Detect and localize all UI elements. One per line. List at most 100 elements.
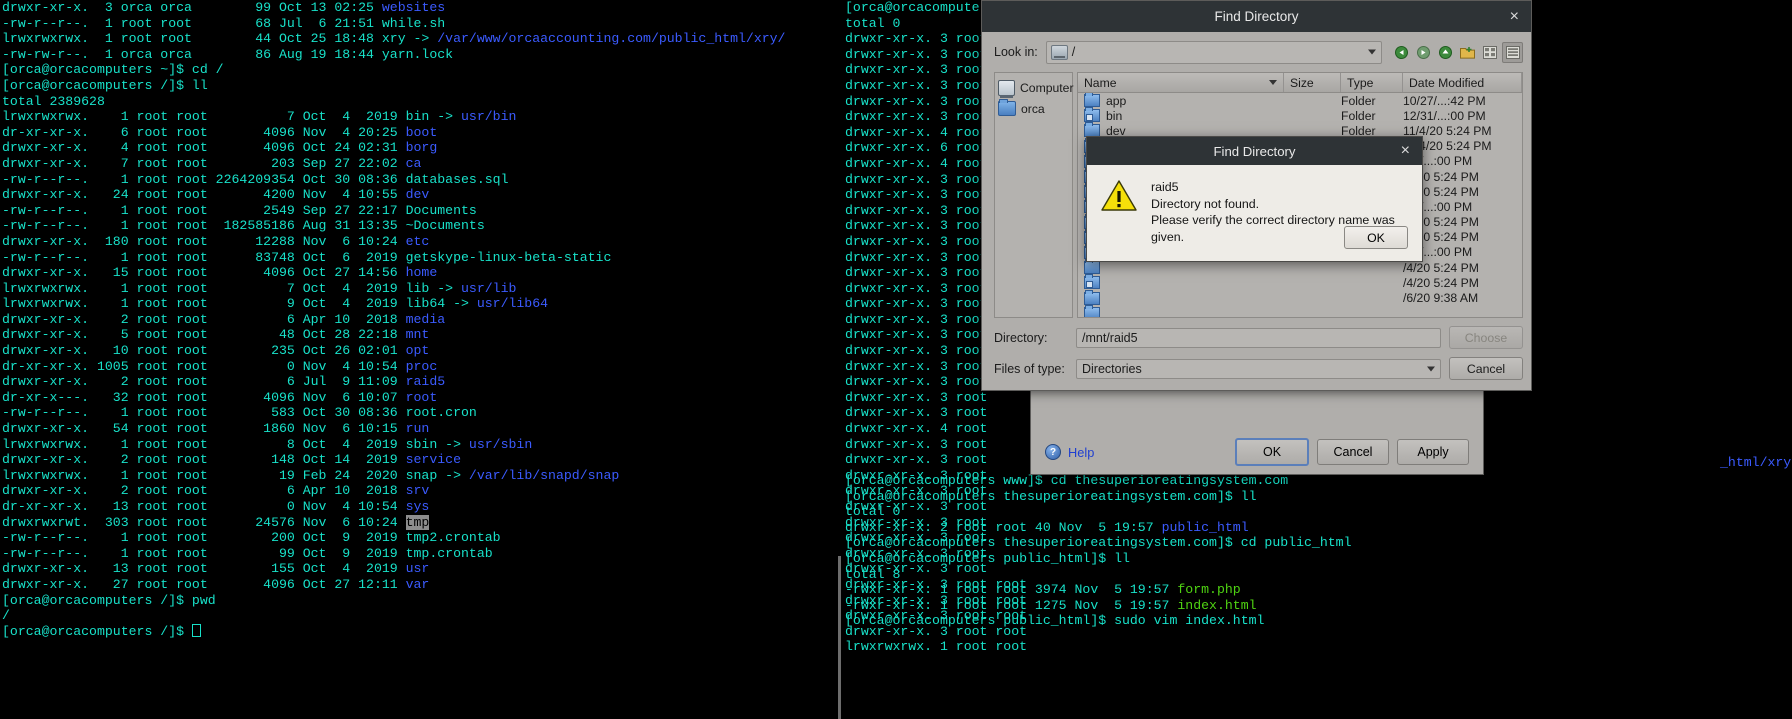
right-terminal-scrollbar[interactable]	[838, 556, 841, 719]
column-header-type[interactable]: Type	[1341, 73, 1403, 92]
terminal-filename: sys	[405, 499, 430, 514]
properties-ok-button[interactable]: OK	[1235, 438, 1309, 466]
right-terminal-bottom-block: [orca@orcacomputers www]$ cd thesuperior…	[836, 473, 1351, 629]
close-icon[interactable]: ×	[1510, 8, 1519, 25]
terminal-line: -rw-r--r--. 1 root root 2549 Sep 27 22:1…	[2, 203, 838, 219]
terminal-prompt-line: [orca@orcacomputers /]$	[2, 623, 838, 640]
terminal-filename: mnt	[405, 327, 430, 343]
terminal-filename: websites	[381, 0, 446, 15]
terminal-line: /	[2, 608, 838, 624]
properties-window: ? Help OK Cancel Apply	[1030, 388, 1484, 475]
look-in-combo[interactable]: /	[1045, 40, 1382, 64]
alert-button-bar: OK	[1344, 226, 1408, 249]
terminal-text: drwxrwxrwt. 303 root root 24576 Nov 6 10…	[2, 514, 406, 530]
file-date-modified: /4/20 5:24 PM	[1403, 275, 1479, 290]
detail-view-icon[interactable]	[1502, 41, 1523, 63]
list-view-icon[interactable]	[1480, 43, 1499, 62]
terminal-cursor	[191, 623, 201, 637]
terminal-text: lrwxrwxrwx. 1 root root 44 Oct 25 18:48 …	[2, 31, 438, 47]
terminal-line: lrwxrwxrwx. 1 root root 7 Oct 4 2019 bin…	[2, 109, 838, 125]
forward-icon[interactable]	[1414, 43, 1433, 62]
terminal-filename: /var/lib/snapd/snap	[468, 467, 620, 483]
file-row[interactable]: app Folder 10/27/...:42 PM	[1078, 93, 1522, 108]
directory-row: Directory: /mnt/raid5 Choose	[982, 318, 1531, 349]
terminal-filename: root	[405, 389, 438, 405]
terminal-line: drwxr-xr-x. 27 root root 4096 Oct 27 12:…	[2, 577, 838, 593]
file-name: bin	[1106, 108, 1123, 123]
chevron-down-icon	[1368, 49, 1376, 55]
terminal-line: [orca@orcacomputers ~]$ cd /	[2, 62, 838, 78]
terminal-line: lrwxrwxrwx. 1 root root 7 Oct 4 2019 lib…	[2, 281, 838, 297]
terminal-line: drwxr-xr-x. 7 root root 203 Sep 27 22:02…	[2, 156, 838, 172]
terminal-line: dr-xr-xr-x. 1005 root root 0 Nov 4 10:54…	[2, 359, 838, 375]
file-date-modified: /6/20 9:38 AM	[1403, 291, 1479, 306]
terminal-line: -rwxr-xr-x. 1 root root 3974 Nov 5 19:57…	[836, 582, 1351, 598]
back-icon[interactable]	[1392, 43, 1411, 62]
terminal-line: drwxr-xr-x. 24 root root 4200 Nov 4 10:5…	[2, 187, 838, 203]
terminal-filename: ca	[405, 155, 422, 171]
file-list-header: Name Size Type Date Modified	[1078, 73, 1522, 93]
terminal-text: lrwxrwxrwx. 1 root root 8 Oct 4 2019 sbi…	[2, 436, 469, 452]
terminal-filename: usr/bin	[461, 109, 517, 125]
sidebar-item-label: orca	[1021, 101, 1045, 116]
terminal-filename: usr/lib	[461, 280, 517, 296]
file-row[interactable]: /4/20 5:24 PM	[1078, 274, 1522, 290]
alert-ok-button[interactable]: OK	[1344, 226, 1408, 249]
help-label: Help	[1068, 444, 1095, 460]
terminal-filename: media	[405, 311, 446, 327]
terminal-text: total 2389628	[2, 93, 105, 109]
terminal-line: [orca@orcacomputers public_html]$ ll	[836, 551, 1351, 567]
find-dialog-titlebar: Find Directory ×	[982, 1, 1531, 32]
folder-icon	[998, 99, 1016, 116]
files-of-type-combo[interactable]: Directories	[1076, 358, 1441, 379]
drive-icon	[1050, 44, 1068, 60]
directory-input[interactable]: /mnt/raid5	[1076, 327, 1441, 348]
close-icon[interactable]: ×	[1401, 143, 1410, 159]
file-row[interactable]: bin Folder 12/31/...:00 PM	[1078, 107, 1522, 123]
terminal-line: -rw-rw-r--. 1 orca orca 86 Aug 19 18:44 …	[2, 47, 838, 63]
file-row[interactable]	[1078, 304, 1522, 317]
terminal-line: -rw-r--r--. 1 root root 99 Oct 9 2019 tm…	[2, 546, 838, 562]
terminal-filename: boot	[405, 124, 438, 140]
find-dialog-title: Find Directory	[1214, 9, 1299, 24]
properties-cancel-button[interactable]: Cancel	[1317, 439, 1389, 465]
file-row[interactable]: /6/20 9:38 AM	[1078, 289, 1522, 306]
terminal-text: [orca@orcacomputers thesuperioreatingsys…	[845, 488, 1257, 504]
parent-directory-icon[interactable]	[1436, 43, 1455, 62]
terminal-line: drwxr-xr-x. 180 root root 12288 Nov 6 10…	[2, 234, 838, 250]
sidebar-item-orca[interactable]: orca	[998, 98, 1069, 119]
alert-line-1: raid5	[1151, 180, 1179, 194]
sidebar-item-computer[interactable]: Computer	[998, 77, 1074, 98]
terminal-text: /	[2, 608, 10, 624]
left-terminal[interactable]: drwxr-xr-x. 3 orca orca 99 Oct 13 02:25 …	[0, 0, 838, 719]
new-folder-icon[interactable]	[1458, 43, 1477, 62]
terminal-line: drwxr-xr-x. 10 root root 235 Oct 26 02:0…	[2, 343, 838, 359]
terminal-text: drwxr-xr-x. 15 root root 4096 Oct 27 14:…	[2, 265, 406, 281]
terminal-text: lrwxrwxrwx. 1 root root 7 Oct 4 2019 lib…	[2, 280, 461, 296]
terminal-text: drwxr-xr-x. 2 root root 148 Oct 14 2019	[2, 452, 406, 468]
terminal-line: drwxr-xr-x. 3 root	[845, 389, 988, 405]
files-of-type-label: Files of type:	[994, 361, 1065, 376]
terminal-text: -rw-rw-r--. 1 orca orca 86 Aug 19 18:44 …	[2, 46, 454, 62]
terminal-line: -rw-r--r--. 1 root root 68 Jul 6 21:51 w…	[2, 16, 838, 32]
look-in-row: Look in: /	[982, 32, 1531, 66]
terminal-line: drwxr-xr-x. 5 root root 48 Oct 28 22:18 …	[2, 327, 838, 343]
help-button[interactable]: ? Help	[1045, 444, 1094, 460]
folder-icon	[1084, 259, 1100, 275]
column-header-size[interactable]: Size	[1284, 73, 1341, 92]
warning-icon	[1101, 180, 1137, 211]
terminal-text: [orca@orcacomputers /]$ pwd	[2, 592, 216, 608]
choose-button[interactable]: Choose	[1449, 326, 1523, 349]
terminal-text: drwxr-xr-x. 2 root root 6 Jul 9 11:09	[2, 374, 406, 390]
terminal-filename: form.php	[1177, 582, 1241, 598]
terminal-text: drwxr-xr-x. 5 root root 48 Oct 28 22:18	[2, 327, 406, 343]
cancel-button[interactable]: Cancel	[1449, 357, 1523, 380]
terminal-text: lrwxrwxrwx. 1 root root 9 Oct 4 2019 lib…	[2, 296, 477, 312]
column-header-date-modified[interactable]: Date Modified	[1403, 73, 1522, 92]
file-name-cell: bin	[1078, 107, 1284, 123]
files-of-type-row: Files of type: Directories Cancel	[982, 349, 1531, 380]
properties-apply-button[interactable]: Apply	[1397, 439, 1469, 465]
column-header-name[interactable]: Name	[1078, 73, 1284, 92]
terminal-text: -rw-r--r--. 1 root root 99 Oct 9 2019 tm…	[2, 545, 493, 561]
file-row[interactable]: /4/20 5:24 PM	[1078, 259, 1522, 275]
